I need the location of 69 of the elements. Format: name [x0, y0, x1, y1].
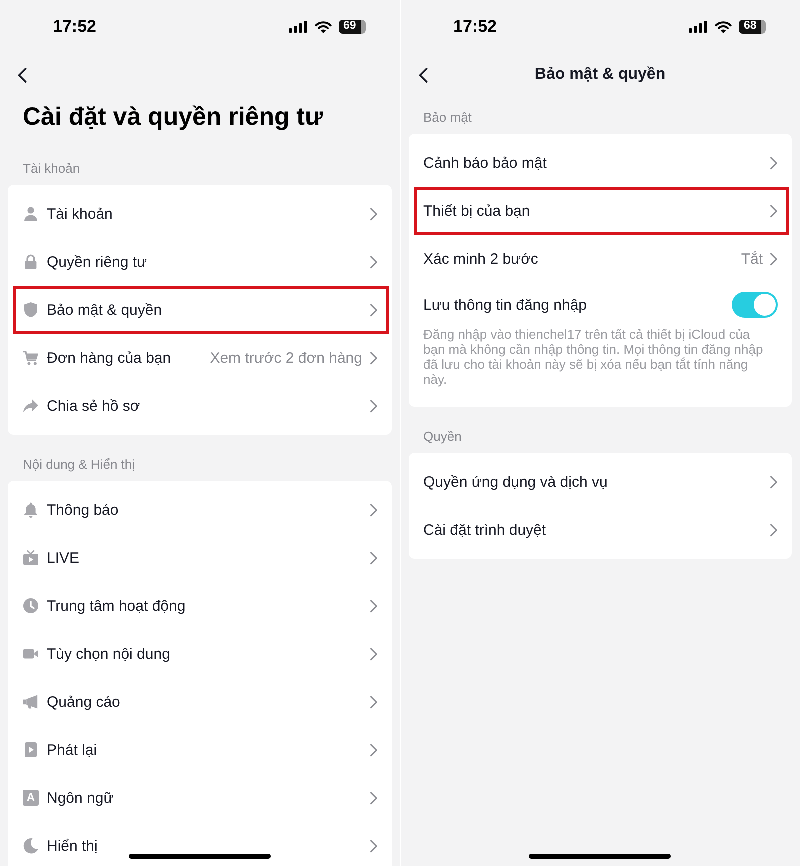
section-header: Tài khoản	[23, 160, 82, 178]
bell-icon	[23, 502, 39, 518]
settings-row[interactable]: Cảnh báo bảo mật	[408, 139, 792, 187]
settings-row[interactable]: Tùy chọn nội dung	[8, 630, 392, 678]
status-time: 17:52	[454, 17, 497, 37]
row-value: Xem trước 2 đơn hàng	[210, 350, 362, 366]
settings-row[interactable]: Hiển thị	[8, 822, 392, 866]
toggle-switch[interactable]	[732, 292, 778, 318]
chevron-right-icon	[370, 352, 378, 364]
chevron-right-icon	[370, 600, 378, 612]
settings-row[interactable]: Chia sẻ hồ sơ	[8, 382, 392, 430]
chevron-left-icon	[418, 68, 428, 82]
status-time: 17:52	[53, 17, 96, 37]
wifi-icon	[314, 20, 332, 34]
settings-row[interactable]: Thiết bị của bạn	[414, 187, 789, 235]
settings-row[interactable]: Đơn hàng của bạn Xem trước 2 đơn hàng	[8, 334, 392, 382]
chevron-right-icon	[770, 156, 778, 170]
row-label: Lưu thông tin đăng nhập	[424, 296, 588, 314]
settings-row[interactable]: Bảo mật & quyền	[13, 286, 388, 334]
cart-icon	[23, 350, 39, 366]
signal-icon	[288, 21, 308, 33]
section-header: Nội dung & Hiển thị	[23, 456, 136, 474]
chevron-left-icon	[18, 68, 27, 82]
megaphone-icon	[23, 694, 39, 710]
person-icon	[23, 206, 39, 222]
share-arrow-icon	[23, 398, 39, 414]
settings-row[interactable]: Trung tâm hoạt động	[8, 582, 392, 630]
chevron-right-icon	[370, 792, 378, 804]
chevron-right-icon	[370, 208, 378, 220]
settings-row[interactable]: Cài đặt trình duyệt	[408, 506, 792, 554]
battery-icon: 68	[739, 20, 766, 34]
chevron-right-icon	[370, 648, 378, 660]
chevron-right-icon	[370, 504, 378, 516]
chevron-right-icon	[370, 696, 378, 708]
chevron-right-icon	[370, 744, 378, 756]
chevron-right-icon	[370, 304, 378, 316]
settings-row[interactable]: Quyền riêng tư	[8, 238, 392, 286]
chevron-right-icon	[370, 400, 378, 412]
tv-icon	[23, 550, 39, 566]
letter-tile-icon: A	[23, 790, 39, 806]
chevron-right-icon	[370, 840, 378, 852]
settings-row[interactable]: Xác minh 2 bước Tắt	[408, 235, 792, 283]
wifi-icon	[715, 20, 732, 34]
chevron-right-icon	[370, 256, 378, 268]
settings-row[interactable]: Thông báo	[8, 486, 392, 534]
chevron-right-icon	[770, 204, 778, 218]
screen-title: Bảo mật & quyền	[534, 66, 666, 84]
row-value: Tắt	[741, 250, 763, 268]
chevron-right-icon	[370, 552, 378, 564]
settings-row[interactable]: Phát lại	[8, 726, 392, 774]
settings-row[interactable]: A Ngôn ngữ	[8, 774, 392, 822]
settings-row[interactable]: Tài khoản	[8, 190, 392, 238]
description-text: Đăng nhập vào thienchel17 trên tất cả thiết bị iCloud của bạn mà không cần nhập thông tin. Mọi thông tin đăng nhập đã lưu cho tài khoản này sẽ bị xóa nếu bạn tắt tính năng này.	[424, 327, 764, 387]
settings-row[interactable]: Quảng cáo	[8, 678, 392, 726]
lock-icon	[23, 254, 39, 270]
clock-icon	[23, 598, 39, 614]
battery-icon: 69	[338, 20, 366, 34]
section-header: Bảo mật	[424, 109, 473, 127]
chevron-right-icon	[770, 476, 778, 488]
play-icon	[23, 742, 39, 758]
chevron-right-icon	[770, 252, 778, 266]
page-title: Cài đặt và quyền riêng tư	[22, 102, 324, 132]
settings-row[interactable]: Quyền ứng dụng và dịch vụ	[408, 458, 792, 506]
settings-row[interactable]: LIVE	[8, 534, 392, 582]
signal-icon	[689, 21, 708, 33]
section-header: Quyền	[424, 428, 463, 446]
moon-icon	[23, 838, 39, 854]
chevron-right-icon	[770, 524, 778, 536]
shield-icon	[23, 302, 39, 318]
